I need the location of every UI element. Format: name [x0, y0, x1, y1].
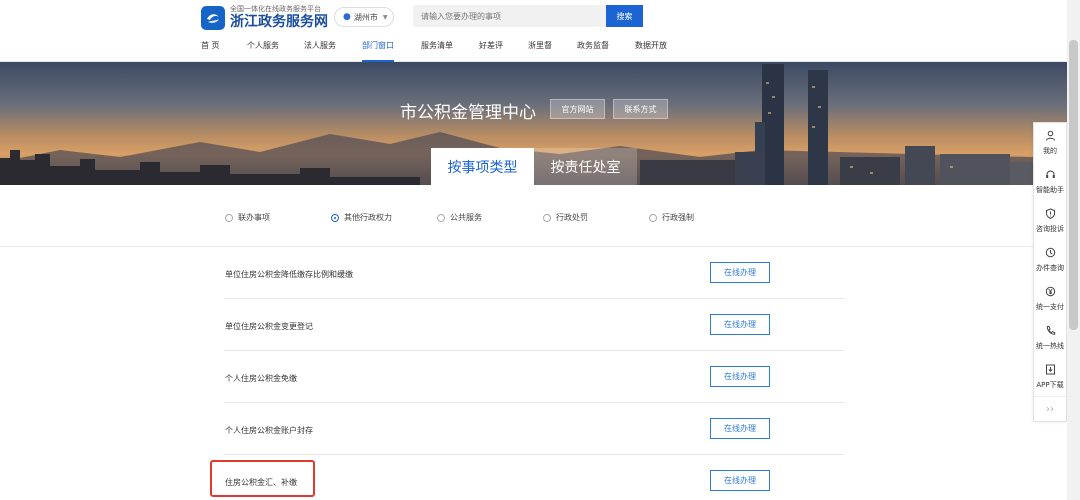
- list-item: 住房公积金汇、补缴 在线办理: [224, 455, 844, 500]
- filter-option-other-admin[interactable]: 其他行政权力: [331, 212, 392, 223]
- item-name: 个人住房公积金免缴: [225, 374, 297, 383]
- download-icon: [1045, 364, 1056, 378]
- history-icon: [1045, 247, 1056, 261]
- page-scrollbar[interactable]: [1067, 0, 1080, 500]
- list-item: 单位住房公积金降低缴存比例和缓缴 在线办理: [224, 247, 844, 299]
- sidebar-item-payment[interactable]: 统一支付: [1034, 279, 1066, 318]
- nav-department-window[interactable]: 部门窗口: [362, 37, 394, 62]
- site-logo[interactable]: 全国一体化在线政务服务平台 浙江政务服务网: [201, 5, 328, 31]
- highlight-annotation: [210, 460, 315, 497]
- scrollbar-thumb[interactable]: [1069, 40, 1078, 330]
- nav-corporate-services[interactable]: 法人服务: [304, 37, 362, 62]
- nav-personal-services[interactable]: 个人服务: [247, 37, 304, 62]
- yuan-icon: [1045, 286, 1056, 300]
- list-item: 个人住房公积金账户封存 在线办理: [224, 403, 844, 455]
- floating-toolbar: 我的 智能助手 咨询投诉 办件查询 统一支付 统一热线 APP下载 ››: [1033, 122, 1067, 422]
- tab-by-type[interactable]: 按事项类型: [431, 148, 534, 185]
- radio-checked-icon: [331, 213, 339, 222]
- site-header: 全国一体化在线政务服务平台 浙江政务服务网 ● 湖州市 ▼ 搜索 首 页 个人服…: [0, 0, 1080, 62]
- tab-by-office[interactable]: 按责任处室: [534, 148, 637, 185]
- contact-button[interactable]: 联系方式: [613, 99, 668, 119]
- logo-icon: [201, 6, 225, 30]
- shield-icon: [1045, 207, 1056, 222]
- radio-icon: [543, 213, 551, 222]
- filter-option-penalty[interactable]: 行政处罚: [543, 212, 588, 223]
- department-banner: 市公积金管理中心 官方网站 联系方式 按事项类型 按责任处室: [0, 62, 1067, 185]
- expand-more-icon[interactable]: ››: [1034, 396, 1066, 422]
- sidebar-item-label: 统一支付: [1036, 302, 1064, 311]
- city-name: 湖州市: [353, 12, 378, 22]
- online-handle-button[interactable]: 在线办理: [710, 470, 770, 491]
- logo-title: 浙江政务服务网: [230, 14, 328, 30]
- item-name: 单位住房公积金变更登记: [225, 322, 313, 331]
- sidebar-item-hotline[interactable]: 统一热线: [1034, 318, 1066, 357]
- nav-open-data[interactable]: 数据开放: [635, 37, 675, 62]
- online-handle-button[interactable]: 在线办理: [710, 366, 770, 387]
- nav-service-list[interactable]: 服务清单: [421, 37, 479, 62]
- nav-government-oversight[interactable]: 政务监督: [577, 37, 635, 62]
- official-site-button[interactable]: 官方网站: [550, 99, 605, 119]
- sidebar-item-assistant[interactable]: 智能助手: [1034, 162, 1066, 201]
- online-handle-button[interactable]: 在线办理: [710, 262, 770, 283]
- main-nav: 首 页 个人服务 法人服务 部门窗口 服务清单 好差评 浙里督 政务监督 数据开…: [201, 37, 675, 62]
- headset-icon: [1045, 169, 1056, 183]
- item-name: 单位住房公积金降低缴存比例和缓缴: [225, 270, 353, 279]
- chevron-down-icon: ▼: [382, 13, 388, 21]
- radio-icon: [437, 213, 445, 222]
- sidebar-item-app-download[interactable]: APP下载: [1034, 357, 1066, 396]
- list-item: 单位住房公积金变更登记 在线办理: [224, 299, 844, 351]
- filter-label: 联办事项: [238, 213, 270, 222]
- filter-label: 其他行政权力: [344, 213, 392, 222]
- sidebar-item-label: 智能助手: [1036, 185, 1064, 194]
- filter-label: 公共服务: [450, 213, 482, 222]
- location-pin-icon: ●: [343, 12, 351, 22]
- filter-option-public-service[interactable]: 公共服务: [437, 212, 482, 223]
- list-item: 个人住房公积金免缴 在线办理: [224, 351, 844, 403]
- online-handle-button[interactable]: 在线办理: [710, 418, 770, 439]
- nav-supervision[interactable]: 浙里督: [528, 37, 577, 62]
- filter-option-joint[interactable]: 联办事项: [225, 212, 270, 223]
- filter-option-enforcement[interactable]: 行政强制: [649, 212, 694, 223]
- logo-subtitle: 全国一体化在线政务服务平台: [230, 5, 321, 13]
- online-handle-button[interactable]: 在线办理: [710, 314, 770, 335]
- nav-evaluation[interactable]: 好差评: [479, 37, 528, 62]
- city-selector[interactable]: ● 湖州市 ▼: [334, 7, 394, 27]
- item-name: 个人住房公积金账户封存: [225, 426, 313, 435]
- search-input[interactable]: [413, 5, 607, 27]
- category-filter: 联办事项 其他行政权力 公共服务 行政处罚 行政强制: [0, 185, 1067, 247]
- radio-icon: [225, 213, 233, 222]
- sidebar-item-label: 咨询投诉: [1036, 224, 1064, 233]
- sidebar-item-label: 办件查询: [1036, 263, 1064, 272]
- sidebar-item-label: 统一热线: [1036, 341, 1064, 350]
- radio-icon: [649, 213, 657, 222]
- sidebar-item-label: 我的: [1043, 146, 1057, 155]
- sidebar-item-query[interactable]: 办件查询: [1034, 240, 1066, 279]
- sidebar-item-label: APP下载: [1036, 380, 1064, 389]
- sidebar-item-complaint[interactable]: 咨询投诉: [1034, 201, 1066, 240]
- filter-label: 行政处罚: [556, 213, 588, 222]
- sidebar-item-mine[interactable]: 我的: [1034, 123, 1066, 162]
- search-button[interactable]: 搜索: [606, 5, 643, 27]
- user-icon: [1045, 130, 1056, 144]
- nav-home[interactable]: 首 页: [201, 37, 247, 62]
- department-title: 市公积金管理中心: [400, 103, 536, 123]
- filter-label: 行政强制: [662, 213, 694, 222]
- phone-icon: [1045, 325, 1056, 339]
